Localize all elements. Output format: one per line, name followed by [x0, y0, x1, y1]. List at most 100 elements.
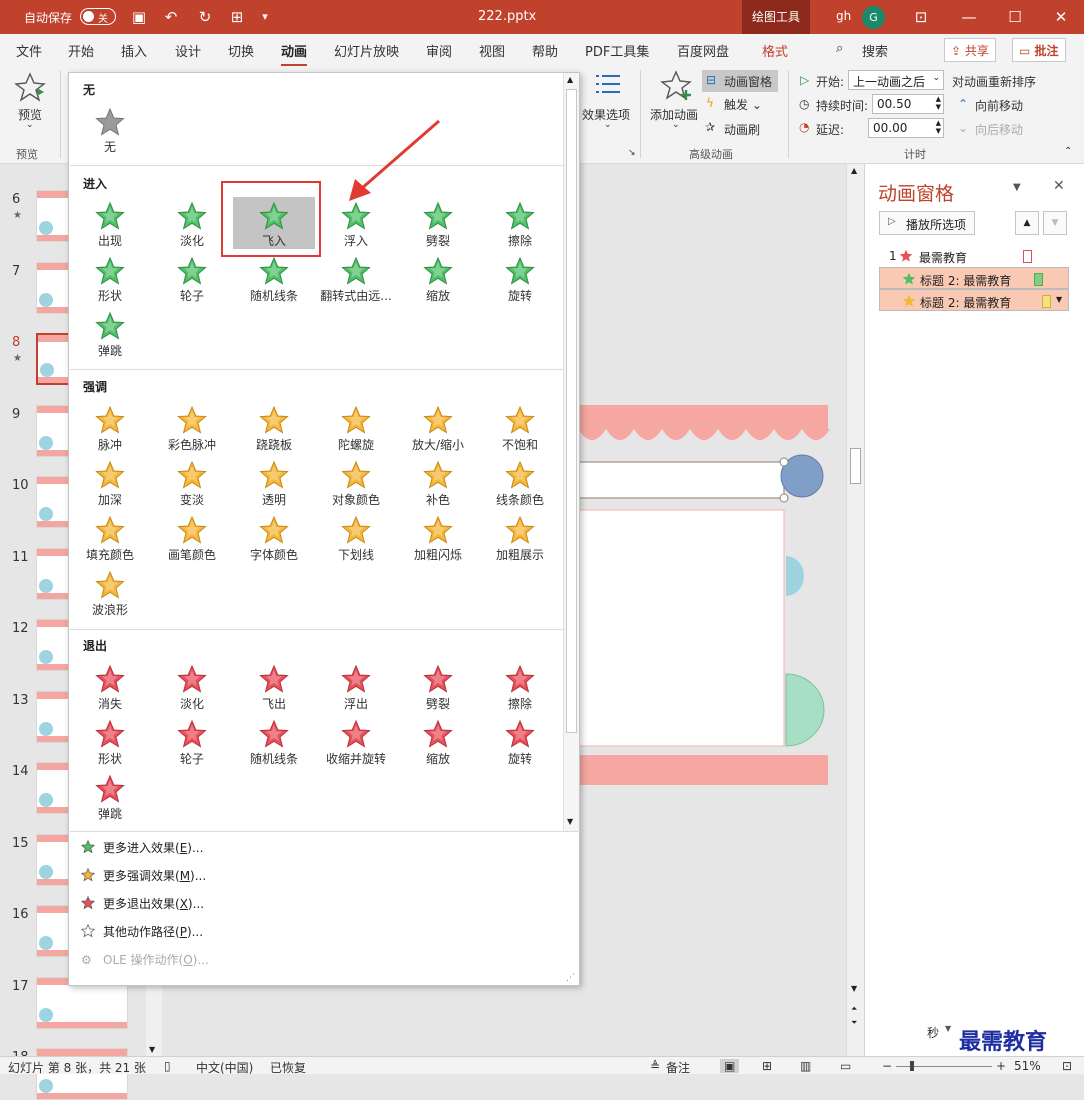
effect-item[interactable]: 弹跳	[69, 770, 151, 822]
animation-list-item[interactable]: 1 最需教育	[879, 245, 1069, 267]
notes-button[interactable]: 备注	[666, 1059, 690, 1076]
delay-stepper[interactable]: 00.00 ▲ ▼	[868, 118, 944, 138]
share-button[interactable]: ⇪ 共享	[944, 38, 996, 62]
previous-slide-icon[interactable]: ⏶	[851, 1004, 857, 1014]
animation-painter-button[interactable]: 动画刷	[724, 121, 760, 138]
slide-sorter-icon[interactable]: ⊞	[762, 1059, 772, 1073]
close-icon[interactable]: ✕	[1050, 6, 1072, 28]
preview-dropdown-icon[interactable]: ⌄	[26, 120, 34, 130]
preview-icon[interactable]	[14, 72, 46, 105]
effect-item[interactable]: 对象颜色	[315, 456, 397, 508]
accessibility-icon[interactable]: ▯	[164, 1059, 171, 1073]
more-effects-item[interactable]: 更多强调效果(M)...	[80, 867, 206, 884]
tab-design[interactable]: 设计	[175, 41, 201, 60]
fit-to-window-icon[interactable]: ⊡	[1062, 1059, 1072, 1073]
effect-item[interactable]: 脉冲	[69, 401, 151, 453]
effect-item[interactable]: 收缩并旋转	[315, 715, 397, 767]
tab-insert[interactable]: 插入	[121, 41, 147, 60]
effect-item[interactable]: 放大/缩小	[397, 401, 479, 453]
autosave-toggle[interactable]: 关	[80, 8, 116, 25]
duration-stepper[interactable]: 00.50 ▲ ▼	[872, 94, 944, 114]
notes-icon[interactable]: ≜	[650, 1059, 660, 1073]
effect-item[interactable]: 加粗闪烁	[397, 511, 479, 563]
effect-item[interactable]: 加深	[69, 456, 151, 508]
effect-item[interactable]: 波浪形	[69, 566, 151, 618]
stepper-arrows-icon[interactable]: ▲ ▼	[936, 95, 941, 111]
slideshow-icon[interactable]: ▭	[840, 1059, 851, 1073]
effect-options-icon[interactable]	[594, 72, 622, 101]
effect-item[interactable]: 不饱和	[479, 401, 561, 453]
scroll-up-icon[interactable]: ▲	[567, 75, 573, 84]
effect-item[interactable]: 画笔颜色	[151, 511, 233, 563]
scroll-down-icon[interactable]: ▼	[567, 817, 573, 826]
animation-list-item[interactable]: 标题 2: 最需教育	[879, 267, 1069, 289]
avatar[interactable]: G	[862, 6, 885, 29]
normal-view-icon[interactable]: ▣	[720, 1059, 740, 1073]
effect-item[interactable]: 旋转	[479, 252, 561, 304]
effect-item[interactable]: 随机线条	[233, 715, 315, 767]
effect-item[interactable]: 轮子	[151, 715, 233, 767]
trigger-icon[interactable]: ϟ	[706, 96, 714, 110]
effect-item[interactable]: 随机线条	[233, 252, 315, 304]
search-label[interactable]: 搜索	[862, 41, 888, 60]
effect-item[interactable]: 下划线	[315, 511, 397, 563]
effect-item[interactable]: 透明	[233, 456, 315, 508]
tab-pdf-tools[interactable]: PDF工具集	[585, 41, 649, 60]
effect-item[interactable]: 缩放	[397, 252, 479, 304]
language[interactable]: 中文(中国)	[196, 1059, 253, 1076]
effect-options-dropdown-icon[interactable]: ⌄	[604, 120, 612, 130]
effect-item[interactable]: 擦除	[479, 197, 561, 249]
effect-item[interactable]: 弹跳	[69, 307, 151, 359]
scrollbar-thumb[interactable]	[850, 448, 861, 484]
more-effects-item[interactable]: 其他动作路径(P)...	[80, 923, 203, 940]
move-later-button[interactable]: 向后移动	[975, 121, 1023, 138]
effect-item[interactable]: 出现	[69, 197, 151, 249]
zoom-level[interactable]: 51%	[1014, 1059, 1041, 1073]
move-up-button[interactable]: ▲	[1015, 211, 1039, 235]
start-select[interactable]: 上一动画之后 ⌄	[848, 70, 944, 90]
tab-animations[interactable]: 动画	[281, 41, 308, 67]
effect-item[interactable]: 轮子	[151, 252, 233, 304]
effect-item[interactable]: 线条颜色	[479, 456, 561, 508]
gallery-scrollbar[interactable]: ▲ ▼	[563, 73, 579, 831]
scroll-down-icon[interactable]: ▼	[851, 984, 857, 993]
comment-button[interactable]: ▭ 批注	[1012, 38, 1066, 62]
effect-item[interactable]: 缩放	[397, 715, 479, 767]
redo-icon[interactable]: ↻	[194, 6, 216, 28]
animation-list-item[interactable]: 标题 2: 最需教育 ▼	[879, 289, 1069, 311]
effect-item[interactable]: 形状	[69, 252, 151, 304]
customize-toolbar-icon[interactable]: ▾	[254, 6, 276, 28]
effect-item[interactable]: 补色	[397, 456, 479, 508]
zoom-in-icon[interactable]: +	[996, 1059, 1006, 1073]
add-animation-dropdown-icon[interactable]: ⌄	[672, 120, 680, 130]
tab-transitions[interactable]: 切换	[228, 41, 254, 60]
effect-item[interactable]: 擦除	[479, 660, 561, 712]
tab-baidu-netdisk[interactable]: 百度网盘	[677, 41, 729, 60]
slide-canvas[interactable]	[578, 164, 846, 1056]
effect-item[interactable]: 形状	[69, 715, 151, 767]
effect-item[interactable]: 加粗展示	[479, 511, 561, 563]
effect-item[interactable]: 翻转式由远...	[315, 252, 397, 304]
animation-dialog-launcher-icon[interactable]: ↘	[628, 148, 636, 158]
stepper-arrows-icon[interactable]: ▲ ▼	[936, 119, 941, 135]
tab-help[interactable]: 帮助	[532, 41, 558, 60]
effect-item[interactable]: 浮出	[315, 660, 397, 712]
undo-icon[interactable]: ↶	[160, 6, 182, 28]
effect-item[interactable]: 字体颜色	[233, 511, 315, 563]
chevron-down-icon[interactable]: ▼	[1056, 295, 1062, 304]
scroll-up-icon[interactable]: ▲	[851, 166, 857, 175]
effect-item[interactable]: 变淡	[151, 456, 233, 508]
effect-item[interactable]: 彩色脉冲	[151, 401, 233, 453]
search-icon[interactable]: ⌕	[836, 41, 843, 56]
move-earlier-button[interactable]: 向前移动	[975, 97, 1023, 114]
minimize-icon[interactable]: —	[958, 6, 980, 28]
effect-item[interactable]: 填充颜色	[69, 511, 151, 563]
trigger-button[interactable]: 触发 ⌄	[724, 96, 762, 113]
more-effects-item[interactable]: ⚙ OLE 操作动作(O)...	[81, 951, 209, 968]
canvas-scrollbar[interactable]: ▲ ▼ ⏶ ⏷	[846, 164, 864, 1056]
effect-item[interactable]: 消失	[69, 660, 151, 712]
add-animation-icon[interactable]	[660, 70, 694, 105]
effect-item[interactable]: 陀螺旋	[315, 401, 397, 453]
tab-review[interactable]: 审阅	[426, 41, 452, 60]
tab-file[interactable]: 文件	[16, 41, 42, 60]
